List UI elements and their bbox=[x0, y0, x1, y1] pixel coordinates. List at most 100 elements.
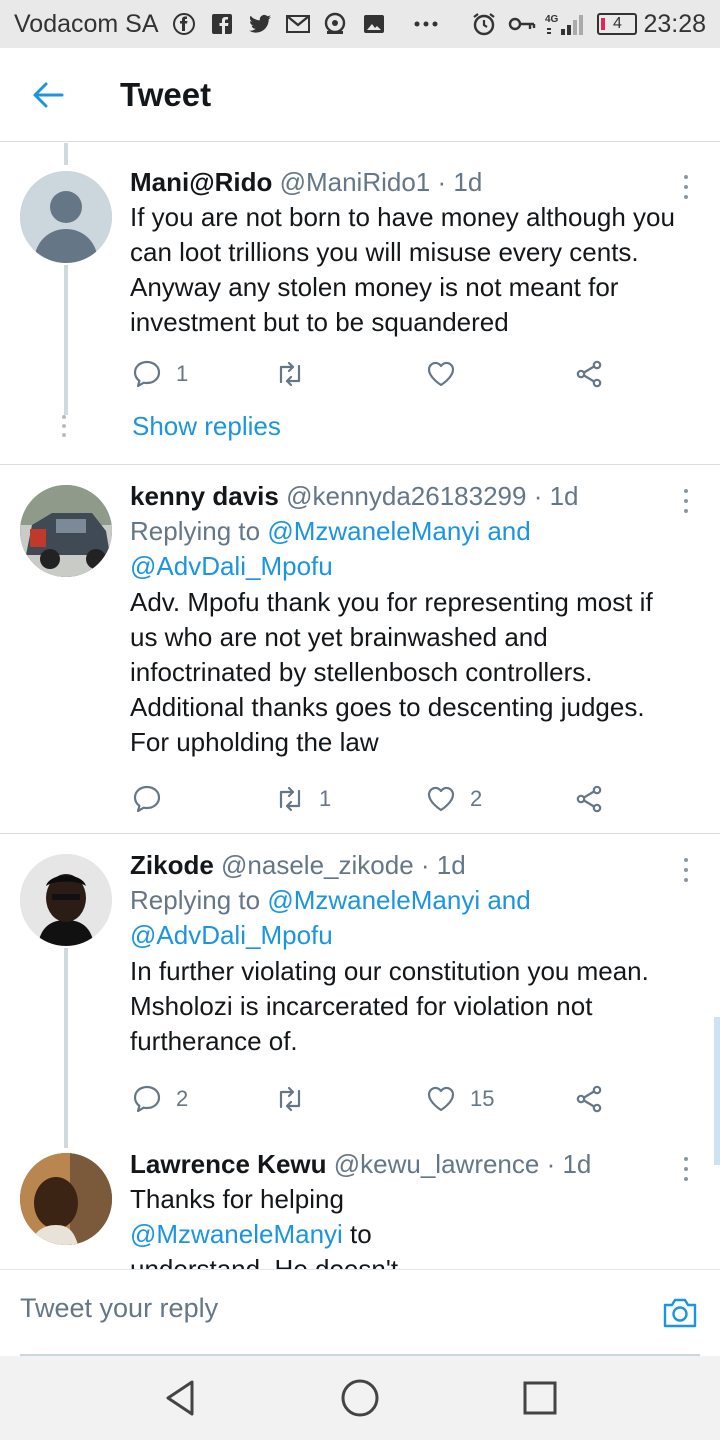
tweet-text: Thanks for helping @MzwaneleManyi to und… bbox=[130, 1182, 460, 1269]
recents-square-icon bbox=[523, 1381, 557, 1415]
share-icon bbox=[576, 1085, 602, 1113]
show-replies-link[interactable]: Show replies bbox=[132, 411, 281, 442]
avatar[interactable] bbox=[20, 485, 112, 577]
tweet-text-part: Thanks for helping bbox=[130, 1184, 344, 1214]
app-header: Tweet bbox=[0, 48, 720, 142]
tweet-item[interactable]: Zikode @nasele_zikode · 1d Replying to @… bbox=[0, 834, 720, 1134]
retweet-icon bbox=[279, 361, 301, 387]
reply-icon bbox=[133, 785, 161, 813]
reply-button[interactable] bbox=[132, 779, 176, 819]
avatar[interactable] bbox=[20, 854, 112, 946]
system-nav-bar bbox=[0, 1356, 720, 1440]
tweet-mention[interactable]: @MzwaneleManyi bbox=[130, 1219, 343, 1249]
alarm-icon bbox=[469, 9, 499, 39]
gmail-icon bbox=[283, 9, 313, 39]
facebook-icon bbox=[207, 9, 237, 39]
arrow-left-icon bbox=[33, 82, 64, 107]
replying-to: Replying to @MzwaneleManyi and @AdvDali_… bbox=[130, 883, 680, 953]
tweet-actions: 1 bbox=[130, 354, 610, 394]
status-bar: Vodacom SA 4G 4 23:28 bbox=[0, 0, 720, 48]
like-button[interactable] bbox=[426, 354, 470, 394]
nav-home-button[interactable] bbox=[338, 1376, 382, 1420]
battery-icon: 4 bbox=[597, 13, 638, 35]
clock: 23:28 bbox=[643, 9, 706, 38]
tweet-header: Zikode @nasele_zikode · 1d bbox=[130, 848, 680, 882]
heart-icon bbox=[427, 786, 455, 812]
tweet-header: kenny davis @kennyda26183299 · 1d bbox=[130, 479, 680, 513]
like-count: 15 bbox=[470, 1086, 495, 1111]
tweet-item[interactable]: Lawrence Kewu @kewu_lawrence · 1d Thanks… bbox=[0, 1143, 720, 1269]
user-name[interactable]: kenny davis bbox=[130, 481, 279, 511]
nav-back-button[interactable] bbox=[158, 1376, 202, 1420]
heart-icon bbox=[427, 361, 455, 387]
tweet-text: If you are not born to have money althou… bbox=[130, 202, 675, 337]
key-icon bbox=[507, 9, 537, 39]
reply-composer bbox=[0, 1269, 720, 1356]
user-name[interactable]: Lawrence Kewu bbox=[130, 1149, 327, 1179]
tweet-actions: 1 2 bbox=[130, 779, 610, 819]
more-options-icon[interactable] bbox=[678, 852, 694, 888]
reply-count: 1 bbox=[176, 361, 189, 386]
carrier-label: Vodacom SA bbox=[14, 9, 159, 38]
retweet-icon bbox=[279, 786, 301, 812]
like-button[interactable]: 2 bbox=[426, 779, 482, 819]
tweet-actions: 2 15 bbox=[130, 1079, 610, 1119]
camera-icon bbox=[663, 1298, 697, 1328]
back-button[interactable] bbox=[18, 65, 78, 125]
user-name[interactable]: Mani@Rido bbox=[130, 167, 272, 197]
user-handle: @nasele_zikode · 1d bbox=[221, 850, 466, 880]
avatar[interactable] bbox=[20, 1153, 112, 1245]
user-handle: @ManiRido1 · 1d bbox=[279, 167, 483, 197]
share-button[interactable] bbox=[574, 354, 604, 394]
reply-icon bbox=[133, 360, 161, 388]
like-count: 2 bbox=[470, 786, 483, 811]
more-notifications-icon bbox=[411, 9, 441, 39]
share-icon bbox=[576, 360, 602, 388]
avatar[interactable] bbox=[20, 171, 112, 263]
twitter-icon bbox=[245, 9, 275, 39]
tweet-item[interactable]: kenny davis @kennyda26183299 · 1d Replyi… bbox=[0, 465, 720, 834]
retweet-button[interactable]: 1 bbox=[275, 779, 331, 819]
like-button[interactable]: 15 bbox=[426, 1079, 494, 1119]
camera-lens-icon bbox=[321, 9, 351, 39]
gallery-icon bbox=[359, 9, 389, 39]
replying-to-label: Replying to bbox=[130, 516, 261, 546]
reply-button[interactable]: 2 bbox=[132, 1079, 188, 1119]
reply-count: 2 bbox=[176, 1086, 189, 1111]
tweet-item[interactable]: Mani@Rido @ManiRido1 · 1d If you are not… bbox=[0, 143, 720, 465]
user-name[interactable]: Zikode bbox=[130, 850, 214, 880]
retweet-count: 1 bbox=[319, 786, 332, 811]
tweet-text: Adv. Mpofu thank you for representing mo… bbox=[130, 587, 653, 757]
scrollbar-thumb[interactable] bbox=[714, 1017, 720, 1165]
svg-text:4G: 4G bbox=[545, 14, 559, 25]
battery-level: 4 bbox=[612, 15, 622, 32]
facebook-messenger-icon bbox=[169, 9, 199, 39]
retweet-button[interactable] bbox=[275, 1079, 319, 1119]
share-button[interactable] bbox=[574, 1079, 604, 1119]
nav-recents-button[interactable] bbox=[518, 1376, 562, 1420]
retweet-button[interactable] bbox=[275, 354, 319, 394]
reply-icon bbox=[133, 1085, 161, 1113]
back-triangle-icon bbox=[166, 1380, 194, 1416]
camera-button[interactable] bbox=[662, 1296, 698, 1330]
user-handle: @kewu_lawrence · 1d bbox=[333, 1149, 592, 1179]
tweet-header: Mani@Rido @ManiRido1 · 1d bbox=[130, 165, 680, 199]
replying-to-label: Replying to bbox=[130, 885, 261, 915]
tweet-feed[interactable]: Mani@Rido @ManiRido1 · 1d If you are not… bbox=[0, 143, 720, 1269]
page-title: Tweet bbox=[120, 75, 212, 113]
share-icon bbox=[576, 785, 602, 813]
share-button[interactable] bbox=[574, 779, 604, 819]
signal-icon: 4G bbox=[545, 9, 585, 39]
tweet-header: Lawrence Kewu @kewu_lawrence · 1d bbox=[130, 1147, 680, 1181]
tweet-text: In further violating our constitution yo… bbox=[130, 956, 649, 1056]
more-options-icon[interactable] bbox=[678, 169, 694, 205]
user-handle: @kennyda26183299 · 1d bbox=[286, 481, 579, 511]
home-circle-icon bbox=[341, 1379, 379, 1417]
heart-icon bbox=[427, 1086, 455, 1112]
reply-button[interactable]: 1 bbox=[132, 354, 188, 394]
retweet-icon bbox=[279, 1086, 301, 1112]
reply-input[interactable] bbox=[20, 1286, 640, 1330]
replying-to: Replying to @MzwaneleManyi and @AdvDali_… bbox=[130, 514, 680, 584]
more-options-icon[interactable] bbox=[678, 1151, 694, 1187]
more-options-icon[interactable] bbox=[678, 483, 694, 519]
